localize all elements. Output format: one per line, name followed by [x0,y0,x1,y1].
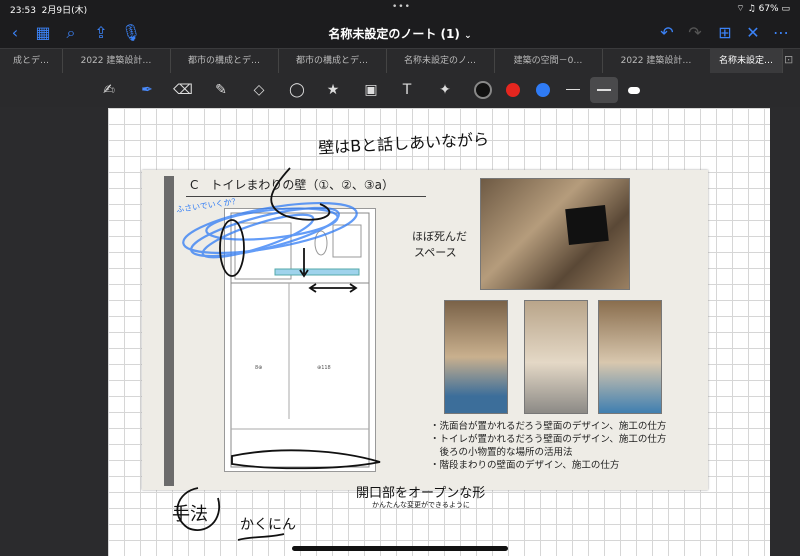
ink-layer[interactable] [0,0,800,556]
home-indicator[interactable] [292,546,508,551]
handwritten-bottom-subnote: かんたんな変更ができるように [372,501,470,509]
handwritten-method: 手法 [172,504,208,525]
handwritten-confirm: かくにん [240,517,296,533]
handwritten-bottom-note: 開口部をオープンな形 [356,486,486,501]
